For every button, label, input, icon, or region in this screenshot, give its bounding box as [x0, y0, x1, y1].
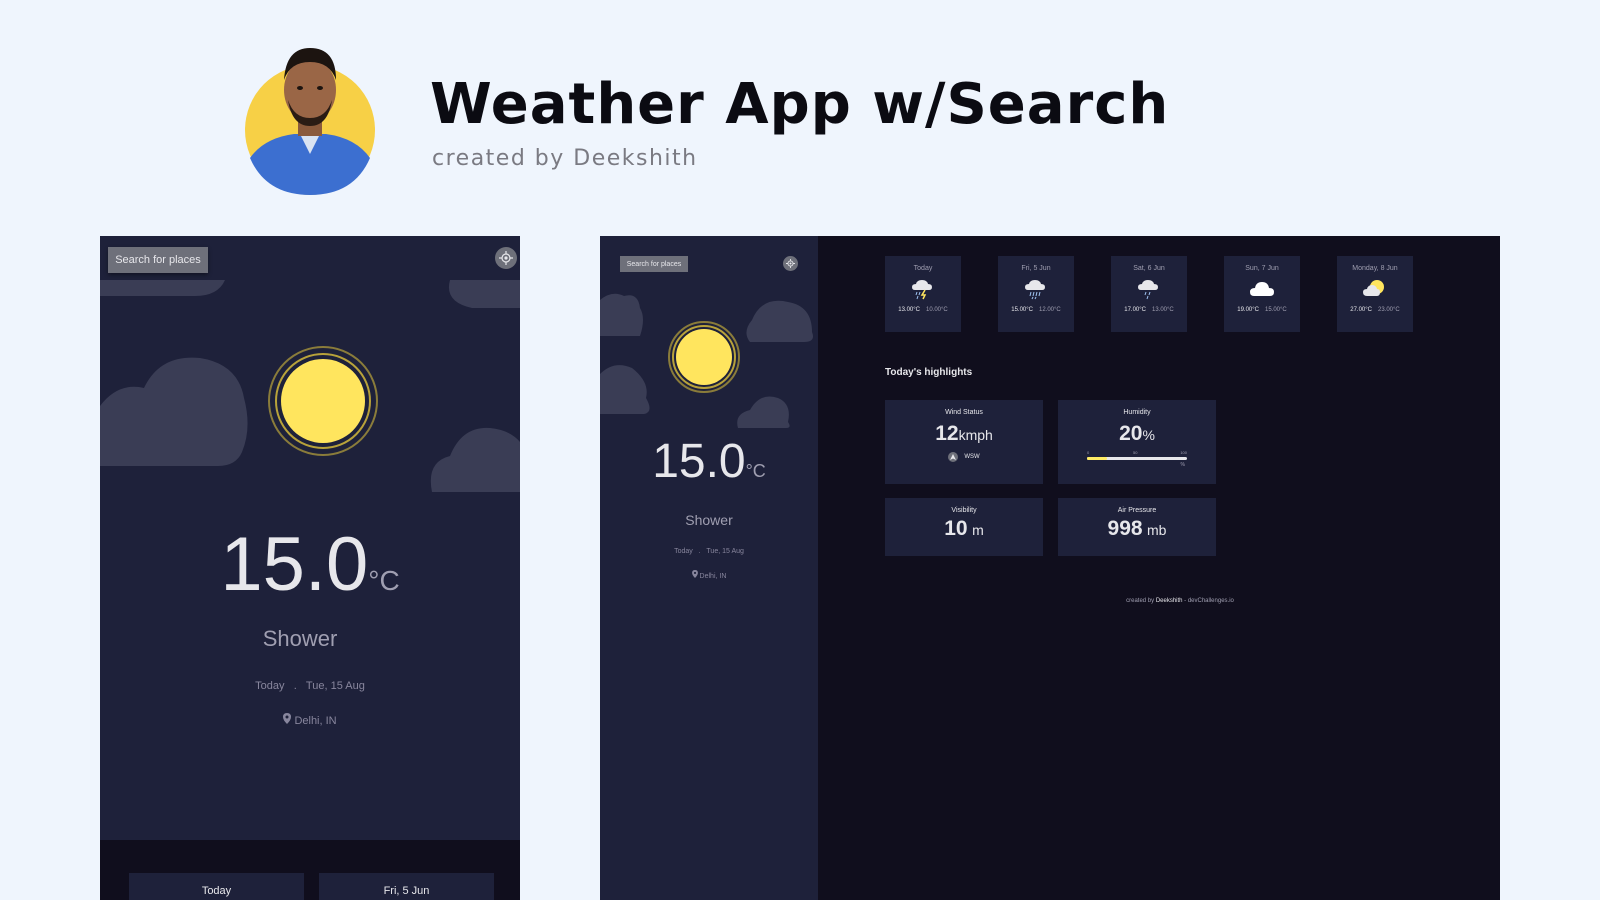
- cloud-icon: [1250, 282, 1274, 296]
- forecast-card: Monday, 8 Jun 27.00°C 23.00°C: [1337, 256, 1413, 332]
- page-title: Weather App w/Search: [430, 72, 1170, 137]
- humidity-bar-fill: [1087, 457, 1107, 460]
- sidebar: Search for places 15.0°C Shower Today . …: [600, 236, 818, 900]
- current-temperature: 15.0°C: [220, 522, 400, 607]
- author-link[interactable]: Deekshith: [1156, 598, 1183, 604]
- wind-status-card: Wind Status 12kmph WSW: [885, 400, 1043, 484]
- forecast-card: Today 13.00°C 10.00°C: [885, 256, 961, 332]
- mobile-preview: Search for places 15.0°C Shower Today . …: [100, 236, 520, 900]
- forecast-card: Fri, 5 Jun: [319, 873, 494, 900]
- heavy-rain-icon: [1025, 280, 1045, 300]
- air-pressure-card: Air Pressure 998 mb: [1058, 498, 1216, 556]
- map-pin-icon: [691, 570, 698, 578]
- thunder-rain-icon: [912, 280, 932, 300]
- partly-cloudy-icon: [1363, 280, 1384, 296]
- forecast-card: Today: [129, 873, 304, 900]
- weather-condition: Shower: [262, 626, 338, 651]
- navigation-icon: [948, 452, 959, 462]
- weather-condition: Shower: [685, 512, 733, 528]
- humidity-card: Humidity 20% 0 50 100 %: [1058, 400, 1216, 484]
- light-rain-icon: [1138, 280, 1158, 300]
- forecast-card: Fri, 5 Jun 15.00°C 12.00°C: [998, 256, 1074, 332]
- visibility-card: Visibility 10 m: [885, 498, 1043, 556]
- footer-credit: created by Deekshith - devChallenges.io: [1126, 598, 1234, 604]
- forecast-card: Sat, 6 Jun 17.00°C 13.00°C: [1111, 256, 1187, 332]
- wind-direction: WSW: [964, 454, 980, 460]
- current-date: Today . Tue, 15 Aug: [674, 548, 744, 555]
- forecast-card: Sun, 7 Jun 19.00°C 15.00°C: [1224, 256, 1300, 332]
- map-pin-icon: [283, 713, 292, 724]
- page-subtitle: created by Deekshith: [432, 146, 698, 171]
- current-location: Delhi, IN: [600, 570, 818, 580]
- desktop-preview: Search for places 15.0°C Shower Today . …: [600, 236, 1500, 900]
- sun-icon: [668, 321, 740, 393]
- author-avatar: [245, 48, 375, 195]
- humidity-bar: [1087, 457, 1187, 460]
- sun-icon: [268, 346, 378, 456]
- humidity-scale: 0 50 100 %: [1087, 450, 1187, 468]
- highlights-title: Today's highlights: [885, 367, 973, 378]
- mobile-forecast-strip: Today Fri, 5 Jun: [100, 840, 520, 900]
- current-location: Delhi, IN: [100, 713, 520, 727]
- current-date: Today . Tue, 15 Aug: [255, 680, 365, 692]
- current-temperature: 15.0°C: [652, 435, 766, 488]
